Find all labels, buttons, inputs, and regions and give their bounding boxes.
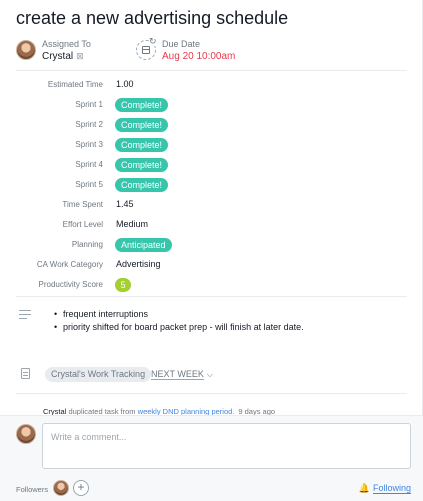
custom-field-row: Sprint 2 Complete! [0,117,260,137]
assignee-remove-icon[interactable]: ⊠ [76,51,84,61]
assignee-name-text: Crystal [42,51,74,62]
calendar-icon [142,46,150,54]
follower-avatar[interactable] [53,480,69,496]
assignee-label: Assigned To [42,39,91,49]
description-lines-icon [19,310,31,322]
custom-field-row: Sprint 4 Complete! [0,157,260,177]
custom-field-label: Estimated Time [47,80,103,89]
chevron-down-icon: ⌵ [206,370,213,379]
custom-field-pill[interactable]: Complete! [115,158,169,172]
followers-label: Followers [16,485,49,494]
custom-field-label: Sprint 1 [75,100,103,109]
project-clipboard-icon [21,368,30,379]
custom-field-label: Planning [71,240,103,249]
custom-field-row: Sprint 3 Complete! [0,137,260,157]
custom-field-pill[interactable]: Anticipated [115,238,172,252]
custom-field-value[interactable]: Advertising [116,259,161,269]
custom-field-value[interactable]: 1.45 [116,199,134,209]
custom-field-pill[interactable]: Complete! [115,138,169,152]
description-item: frequent interruptions [54,308,304,321]
assignee-name[interactable]: Crystal ⊠ [42,51,84,62]
section-dropdown[interactable]: NEXT WEEK ⌵ [151,369,213,380]
custom-field-row: CA Work Category Advertising [0,257,260,277]
divider [16,393,407,394]
project-pill[interactable]: Crystal's Work Tracking [45,367,152,382]
custom-field-row: Effort Level Medium [0,217,260,237]
custom-field-label: Sprint 3 [75,140,103,149]
repeat-icon: ↻ [149,36,157,46]
description-item: priority shifted for board packet prep -… [54,321,304,334]
custom-field-label: Sprint 4 [75,160,103,169]
following-toggle[interactable]: 🔔 Following [359,483,411,494]
custom-field-label: Sprint 5 [75,180,103,189]
current-user-avatar [16,424,36,444]
custom-field-label: CA Work Category [36,260,103,269]
divider [16,70,407,71]
task-description[interactable]: frequent interruptions priority shifted … [54,308,304,334]
custom-field-row: Planning Anticipated [0,237,260,257]
custom-field-pill[interactable]: Complete! [115,118,169,132]
custom-field-pill[interactable]: Complete! [115,98,169,112]
due-date-label: Due Date [162,39,201,49]
assignee-avatar[interactable] [16,40,36,60]
custom-field-row: Estimated Time 1.00 [0,77,260,97]
following-label: Following [372,483,411,494]
task-meta-row: Assigned To Crystal ⊠ ↻ Due Date Aug 20 1… [16,36,407,66]
custom-field-label: Effort Level [62,220,103,229]
custom-fields: Estimated Time 1.00 Sprint 1 Complete! Sprin… [0,77,260,297]
task-title[interactable]: create a new advertising schedule [16,8,288,29]
custom-field-row: Sprint 5 Complete! [0,177,260,197]
custom-field-row: Productivity Score 5 [0,277,260,297]
custom-field-value[interactable]: Medium [116,219,148,229]
bell-icon: 🔔 [358,483,370,493]
due-date-value[interactable]: Aug 20 10:00am [162,51,235,62]
section-name: NEXT WEEK [151,369,204,380]
add-follower-button[interactable]: + [73,480,89,496]
custom-field-label: Time Spent [62,200,103,209]
calendar-repeat-icon[interactable]: ↻ [136,36,157,60]
custom-field-value[interactable]: 1.00 [116,79,134,89]
divider [16,296,407,297]
custom-field-label: Productivity Score [38,280,103,289]
custom-field-row: Time Spent 1.45 [0,197,260,217]
comment-input[interactable] [42,423,411,469]
custom-field-pill[interactable]: Complete! [115,178,169,192]
custom-field-label: Sprint 2 [75,120,103,129]
custom-field-score[interactable]: 5 [115,278,131,292]
custom-field-row: Sprint 1 Complete! [0,97,260,117]
